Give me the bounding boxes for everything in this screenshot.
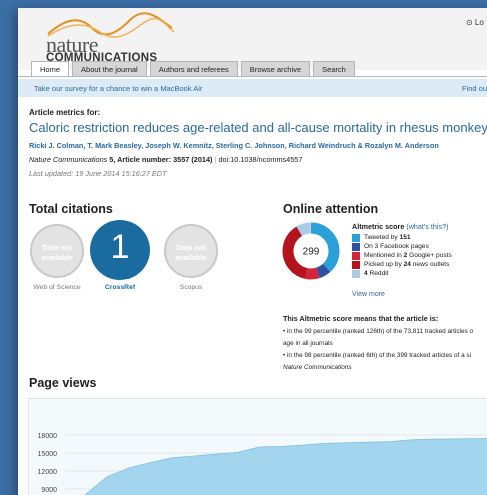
view-more-link[interactable]: View more (352, 291, 385, 298)
wos-line1: Data not (42, 243, 72, 252)
scopus-line2: available (175, 253, 207, 262)
metrics-label: Article metrics for: (29, 108, 101, 117)
page: nature COMMUNICATIONS ⊙ Lo Home About th… (18, 8, 487, 495)
main-nav: Home About the journal Authors and refer… (31, 61, 358, 77)
news-swatch (352, 261, 360, 269)
journal-detail: 5, Article number: 3557 (2014) (107, 155, 213, 164)
find-link[interactable]: Find ou (462, 84, 487, 93)
percentile-2-cont: Nature Communications (283, 364, 352, 371)
facebook-swatch (352, 243, 360, 251)
survey-banner: Take our survey for a chance to win a Ma… (18, 79, 487, 97)
web-of-science-label: Web of Science (33, 284, 81, 291)
altmetric-score-label: Altmetric score (what's this?) (352, 222, 448, 231)
survey-link[interactable]: Take our survey for a chance to win a Ma… (34, 84, 202, 93)
percentile-2: • in the 98 percentile (ranked 6th) of t… (283, 352, 472, 359)
scopus-line1: Data not (176, 243, 206, 252)
last-updated: Last updated: 19 June 2014 15:16:27 EDT (29, 169, 167, 178)
tab-authors-referees[interactable]: Authors and referees (149, 61, 238, 77)
tab-search[interactable]: Search (313, 61, 355, 77)
percentile-1-cont: age in all journals (283, 340, 333, 347)
attention-heading: Online attention (283, 202, 379, 216)
whats-this-link[interactable]: (what's this?) (406, 222, 448, 231)
crossref-label[interactable]: CrossRef (85, 284, 155, 291)
twitter-swatch (352, 234, 360, 242)
scopus-label: Scopus (179, 284, 203, 291)
tab-about-journal[interactable]: About the journal (72, 61, 147, 77)
googleplus-swatch (352, 252, 360, 260)
y-tick-label: 12000 (38, 469, 58, 476)
page-views-svg: 18000 15000 12000 9000 (38, 433, 487, 495)
login-link[interactable]: ⊙ Lo (466, 18, 484, 27)
page-views-area (84, 438, 487, 495)
crossref-circle[interactable]: 1 (90, 220, 150, 280)
page-views-heading: Page views (29, 376, 97, 390)
altmetric-label-text: Altmetric score (352, 222, 405, 231)
altmetric-means-heading: This Altmetric score means that the arti… (283, 314, 439, 323)
tab-home[interactable]: Home (31, 61, 70, 77)
crossref-count: 1 (110, 228, 130, 266)
altmetric-donut-icon[interactable]: 299 (281, 221, 341, 281)
web-of-science-circle: Data not available (30, 224, 84, 278)
y-tick-label: 15000 (38, 451, 58, 458)
journal-citation: Nature Communications 5, Article number:… (29, 155, 303, 164)
tab-divider (18, 76, 487, 77)
article-title[interactable]: Caloric restriction reduces age-related … (29, 120, 487, 135)
citations-heading: Total citations (29, 202, 113, 216)
wos-line2: available (41, 253, 73, 262)
scopus-circle: Data not available (164, 224, 218, 278)
page-views-chart: 18000 15000 12000 9000 (28, 398, 487, 495)
author-list[interactable]: Ricki J. Colman, T. Mark Beasley, Joseph… (29, 141, 439, 150)
doi: doi:10.1038/ncomms4557 (218, 155, 303, 164)
y-tick-label: 9000 (41, 487, 57, 494)
journal-name: Nature Communications (29, 155, 108, 164)
tab-browse-archive[interactable]: Browse archive (240, 61, 311, 77)
percentile-1: • in the 99 percentile (ranked 126th) of… (283, 328, 474, 335)
altmetric-score: 299 (303, 247, 320, 258)
y-tick-label: 18000 (38, 433, 58, 440)
reddit-swatch (352, 270, 360, 278)
